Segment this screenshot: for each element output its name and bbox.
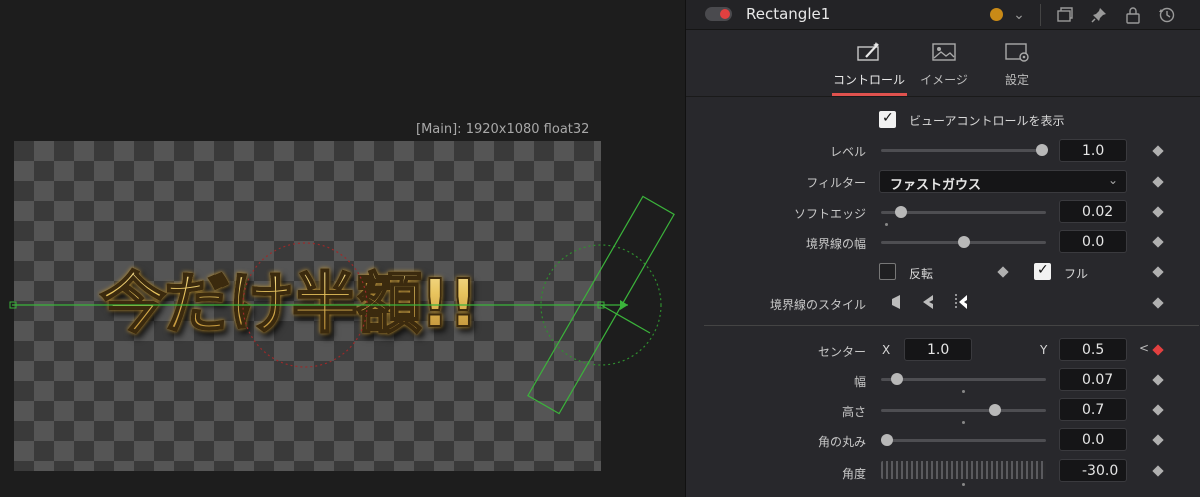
center-label: センター [817,345,866,359]
show-view-controls-label: ビューアコントロールを表示 [909,114,1065,128]
soft-edge-keyframe-icon[interactable] [1152,206,1164,218]
center-y-label: Y [1040,343,1048,357]
filter-dropdown[interactable]: ファストガウス ⌄ [879,170,1127,193]
center-x-field[interactable]: 1.0 [904,338,972,361]
reset-icon[interactable] [1158,6,1176,24]
border-width-keyframe-icon[interactable] [1152,236,1164,248]
border-style-miter-icon[interactable] [921,293,937,311]
chevron-down-icon: ⌄ [1107,173,1118,187]
width-value-field[interactable]: 0.07 [1059,368,1127,391]
corner-radius-keyframe-icon[interactable] [1152,434,1164,446]
height-value-field[interactable]: 0.7 [1059,398,1127,421]
full-keyframe-icon[interactable] [1152,266,1164,278]
border-style-bevel-icon[interactable] [889,293,905,311]
tab-controls-label: コントロール [832,73,905,87]
height-default-marker [962,421,965,424]
chevron-down-icon[interactable]: ⌄ [1010,6,1028,24]
level-slider-knob[interactable] [1036,144,1048,156]
angle-thumbwheel[interactable] [881,461,1046,479]
level-value-field[interactable]: 1.0 [1059,139,1127,162]
active-tab-indicator [832,93,907,96]
corner-radius-slider[interactable] [881,434,1046,446]
full-checkbox[interactable] [1034,262,1051,280]
angle-label: 角度 [841,467,866,481]
invert-label: 反転 [909,267,934,281]
view-toggle-icon[interactable] [1056,6,1074,24]
node-header: Rectangle1 ⌄ [686,0,1200,30]
tab-controls[interactable]: コントロール [829,41,909,88]
filter-label: フィルター [806,176,866,190]
full-label: フル [1064,267,1089,281]
previous-keyframe-icon[interactable]: < [1139,341,1149,355]
tab-image[interactable]: イメージ [904,41,984,88]
tab-settings-label: 設定 [1004,73,1029,87]
soft-edge-slider-knob[interactable] [895,206,907,218]
height-label: 高さ [841,405,866,419]
invert-checkbox[interactable] [879,263,896,280]
soft-edge-value-field[interactable]: 0.02 [1059,200,1127,223]
border-style-round-icon[interactable] [953,293,969,311]
color-swatch-icon[interactable] [990,8,1003,21]
height-slider-knob[interactable] [989,404,1001,416]
soft-edge-default-marker [885,223,888,226]
level-keyframe-icon[interactable] [1152,145,1164,157]
show-view-controls-checkbox[interactable] [879,110,896,128]
viewer[interactable]: [Main]: 1920x1080 float32 今だけ半額!! [0,0,685,497]
angle-default-marker [962,483,965,486]
corner-radius-value-field[interactable]: 0.0 [1059,428,1127,451]
viewer-overlay [9,195,675,415]
soft-edge-label: ソフトエッジ [793,207,866,221]
center-x-label: X [882,343,891,357]
wand-icon [857,42,879,61]
width-default-marker [962,390,965,393]
border-width-slider-knob[interactable] [958,236,970,248]
border-width-value-field[interactable]: 0.0 [1059,230,1127,253]
corner-radius-slider-knob[interactable] [881,434,893,446]
height-slider[interactable] [881,404,1046,424]
center-y-field[interactable]: 0.5 [1059,338,1127,361]
section-divider [704,325,1199,326]
width-keyframe-icon[interactable] [1152,374,1164,386]
width-slider-knob[interactable] [891,373,903,385]
inspector-tabs: コントロール イメージ 設定 [686,31,1200,97]
border-style-keyframe-icon[interactable] [1152,297,1164,309]
inspector-panel: Rectangle1 ⌄ コントロール イメージ 設定 ✓ ビューアコントロール… [685,0,1200,497]
filter-keyframe-icon[interactable] [1152,176,1164,188]
center-keyframe-icon[interactable] [1152,344,1164,356]
angle-keyframe-icon[interactable] [1152,465,1164,477]
width-slider[interactable] [881,373,1046,393]
border-style-label: 境界線のスタイル [769,298,866,312]
soft-edge-slider[interactable] [881,206,1046,226]
fusion-inspector-screen: [Main]: 1920x1080 float32 今だけ半額!! Rectan… [0,0,1200,497]
width-label: 幅 [853,375,866,389]
level-slider[interactable] [881,144,1048,156]
image-icon [932,43,956,61]
corner-radius-label: 角の丸み [817,435,866,449]
node-name: Rectangle1 [746,5,831,23]
height-keyframe-icon[interactable] [1152,404,1164,416]
header-divider [1040,4,1041,26]
settings-icon [1005,43,1029,62]
lock-icon[interactable] [1124,6,1142,24]
tab-settings[interactable]: 設定 [977,41,1057,88]
node-enable-toggle[interactable] [705,7,732,21]
border-width-label: 境界線の幅 [805,237,866,251]
pin-icon[interactable] [1090,6,1108,24]
filter-dropdown-value: ファストガウス [890,178,982,193]
invert-keyframe-icon[interactable] [997,266,1009,278]
border-width-slider[interactable] [881,236,1046,248]
angle-value-field[interactable]: -30.0 [1059,459,1127,482]
level-label: レベル [829,145,866,159]
tab-image-label: イメージ [920,73,968,87]
